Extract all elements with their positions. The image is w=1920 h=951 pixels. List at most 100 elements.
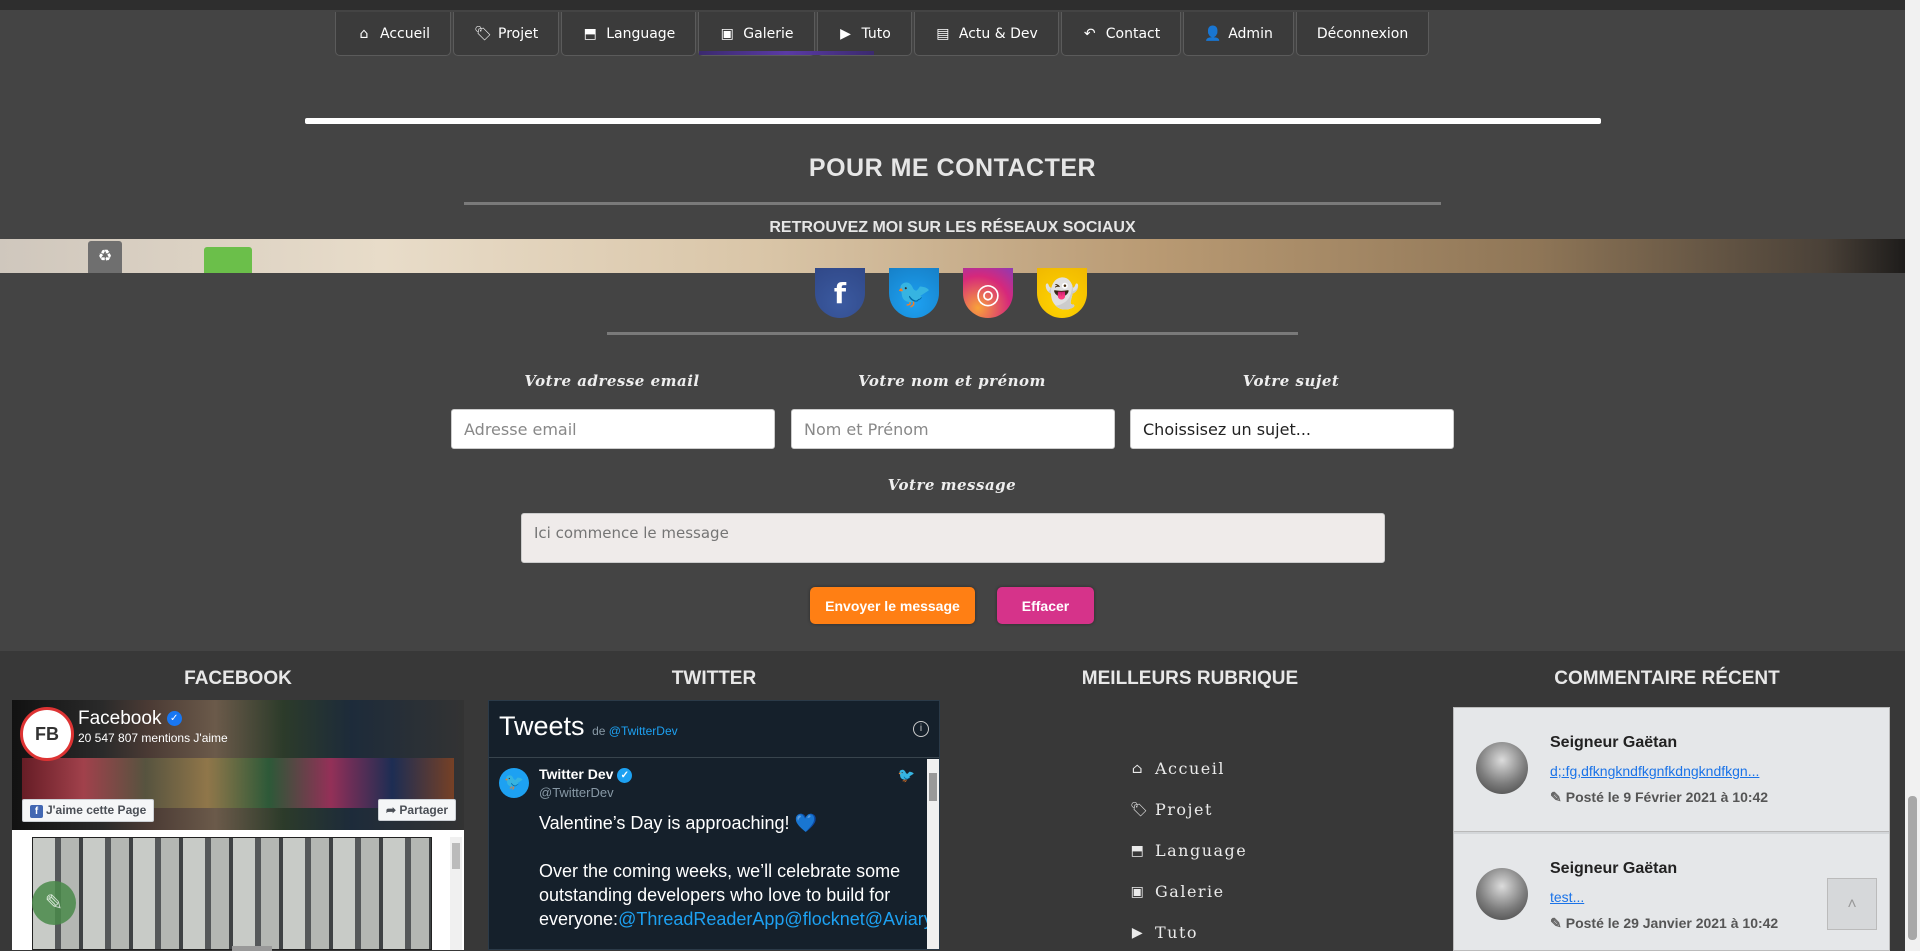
nav-projet[interactable]: 🏷 Projet bbox=[453, 12, 560, 56]
youtube-icon: ▶ bbox=[840, 25, 851, 42]
facebook-page-avatar[interactable]: FB bbox=[20, 707, 74, 761]
main-nav: ⌂ Accueil 🏷 Projet ⬒ Language ▣ Galerie ▶ Tut… bbox=[335, 12, 1430, 56]
folder-icon[interactable] bbox=[204, 247, 252, 273]
twitter-separator bbox=[489, 757, 939, 758]
send-button[interactable]: Envoyer le message bbox=[810, 587, 975, 624]
facebook-icon: f bbox=[30, 805, 43, 818]
rubrique-label: Projet bbox=[1155, 800, 1213, 819]
message-label: Votre message bbox=[887, 476, 1017, 494]
nav-contact[interactable]: ↶ Contact bbox=[1060, 12, 1182, 56]
top-strip bbox=[0, 0, 1920, 10]
social-links: f 🐦 ◎ 👻 bbox=[815, 268, 1087, 318]
snapchat-icon[interactable]: 👻 bbox=[1037, 268, 1087, 318]
facebook-likes-count: 20 547 807 mentions J'aime bbox=[78, 731, 228, 745]
nav-label: Admin bbox=[1228, 25, 1273, 42]
scroll-to-top-button[interactable]: ˄ bbox=[1827, 878, 1877, 930]
image-icon: ▣ bbox=[720, 25, 734, 42]
comment-link[interactable]: d;:fg,dfkngkndfkgnfkdngkndfkgn... bbox=[1550, 763, 1759, 779]
rubriques-list: ⌂ Accueil 🏷 Projet ⬒ Language ▣ Galerie ▶ Tut… bbox=[1130, 748, 1250, 951]
email-field[interactable] bbox=[451, 409, 775, 449]
nav-label: Language bbox=[606, 25, 676, 42]
nav-tuto[interactable]: ▶ Tuto bbox=[816, 12, 912, 56]
twitter-avatar[interactable]: 🐦 bbox=[499, 768, 529, 798]
nav-label: Galerie bbox=[743, 25, 794, 42]
avatar bbox=[1476, 742, 1528, 794]
page-scroll-thumb[interactable] bbox=[1908, 796, 1917, 940]
rubrique-galerie[interactable]: ▣ Galerie bbox=[1130, 871, 1250, 912]
nav-accueil[interactable]: ⌂ Accueil bbox=[335, 12, 451, 56]
facebook-page-name[interactable]: Facebook ✓ bbox=[78, 708, 182, 730]
html5-icon: ⬒ bbox=[583, 25, 597, 42]
facebook-icon[interactable]: f bbox=[815, 268, 865, 318]
nav-admin[interactable]: 👤 Admin bbox=[1183, 12, 1294, 56]
nav-label: Projet bbox=[498, 25, 539, 42]
social-title: RETROUVEZ MOI SUR LES RÉSEAUX SOCIAUX bbox=[769, 219, 1136, 236]
rubriques-title: MEILLEURS RUBRIQUE bbox=[1081, 668, 1299, 689]
title-underline bbox=[464, 202, 1441, 205]
nav-label: Déconnexion bbox=[1316, 25, 1409, 42]
twitter-bird-icon[interactable]: 🐦 bbox=[898, 767, 915, 784]
info-icon[interactable]: i bbox=[913, 721, 929, 737]
hover-highlight bbox=[699, 51, 874, 55]
rubrique-language[interactable]: ⬒ Language bbox=[1130, 830, 1250, 871]
rubrique-accueil[interactable]: ⌂ Accueil bbox=[1130, 748, 1250, 789]
comment-author: Seigneur Gaëtan bbox=[1550, 734, 1678, 751]
tweet-text: Valentine’s Day is approaching! 💙 Over t… bbox=[539, 811, 939, 931]
tweet-handle[interactable]: @TwitterDev bbox=[539, 785, 614, 800]
instagram-icon[interactable]: ◎ bbox=[963, 268, 1013, 318]
pencil-icon: ✎ bbox=[1550, 915, 1562, 931]
comments-title: COMMENTAIRE RÉCENT bbox=[1554, 668, 1780, 689]
comment-date-text: Posté le 29 Janvier 2021 à 10:42 bbox=[1565, 915, 1779, 931]
twitter-header: Tweets de @TwitterDev bbox=[499, 711, 678, 742]
facebook-page-name-text: Facebook bbox=[78, 708, 162, 729]
rubrique-label: Accueil bbox=[1155, 759, 1225, 778]
nav-deconnexion[interactable]: Déconnexion bbox=[1295, 12, 1430, 56]
facebook-like-button[interactable]: f J'aime cette Page bbox=[22, 799, 155, 822]
nav-label: Actu & Dev bbox=[958, 25, 1038, 42]
comment-author: Seigneur Gaëtan bbox=[1550, 860, 1678, 877]
tweet-mentions[interactable]: @ThreadReaderApp@flocknet@AviaryTheApp@T… bbox=[618, 909, 939, 929]
verified-icon: ✓ bbox=[617, 767, 633, 783]
twitter-title: TWITTER bbox=[671, 668, 757, 689]
tweet-author-name: Twitter Dev bbox=[539, 766, 614, 782]
rubrique-projet[interactable]: 🏷 Projet bbox=[1130, 789, 1250, 830]
tweets-by: de bbox=[592, 724, 606, 738]
facebook-scroll-thumb[interactable] bbox=[452, 843, 460, 869]
twitter-scroll-thumb[interactable] bbox=[929, 773, 937, 801]
tweet-author[interactable]: Twitter Dev ✓ bbox=[539, 766, 633, 783]
nav-galerie[interactable]: ▣ Galerie bbox=[698, 12, 874, 56]
comment-link[interactable]: test... bbox=[1550, 889, 1584, 905]
home-icon: ⌂ bbox=[359, 25, 369, 42]
clear-button[interactable]: Effacer bbox=[997, 587, 1094, 624]
nav-language[interactable]: ⬒ Language bbox=[561, 12, 697, 56]
message-field[interactable] bbox=[521, 513, 1385, 563]
recycle-bin-icon[interactable]: ♻ bbox=[88, 241, 122, 273]
subject-select[interactable]: Choissisez un sujet... bbox=[1130, 409, 1454, 449]
subject-label: Votre sujet bbox=[1242, 372, 1340, 390]
contact-title: POUR ME CONTACTER bbox=[808, 154, 1097, 182]
comment-date: ✎ Posté le 29 Janvier 2021 à 10:42 bbox=[1550, 915, 1778, 932]
chat-icon[interactable]: ✎ bbox=[32, 881, 76, 925]
facebook-share-button[interactable]: ➦ Partager bbox=[378, 799, 457, 821]
tweets-heading: Tweets bbox=[499, 711, 585, 741]
like-label: J'aime cette Page bbox=[46, 803, 147, 817]
social-underline bbox=[607, 332, 1298, 335]
horizontal-scroll-thumb[interactable] bbox=[232, 946, 272, 951]
rubrique-label: Language bbox=[1155, 841, 1248, 860]
name-label: Votre nom et prénom bbox=[858, 372, 1046, 390]
twitter-icon[interactable]: 🐦 bbox=[889, 268, 939, 318]
tweets-handle-link[interactable]: @TwitterDev bbox=[609, 724, 678, 738]
reply-icon: ↶ bbox=[1083, 25, 1096, 42]
nav-actu-dev[interactable]: ▤ Actu & Dev bbox=[913, 12, 1059, 56]
tweet-line-1: Valentine’s Day is approaching! 💙 bbox=[539, 813, 817, 833]
html5-icon: ⬒ bbox=[1130, 842, 1146, 859]
facebook-post-image bbox=[32, 837, 432, 950]
home-icon: ⌂ bbox=[1131, 760, 1145, 777]
name-field[interactable] bbox=[791, 409, 1115, 449]
footer: FACEBOOK TWITTER MEILLEURS RUBRIQUE COMM… bbox=[0, 651, 1905, 951]
email-label: Votre adresse email bbox=[524, 372, 700, 390]
recent-comments: Seigneur Gaëtan d;:fg,dfkngkndfkgnfkdngk… bbox=[1453, 707, 1890, 951]
rubrique-label: Galerie bbox=[1155, 882, 1225, 901]
rubrique-tuto[interactable]: ▶ Tuto bbox=[1130, 912, 1250, 951]
comment-card: Seigneur Gaëtan test... ✎ Posté le 29 Jan… bbox=[1454, 834, 1889, 950]
